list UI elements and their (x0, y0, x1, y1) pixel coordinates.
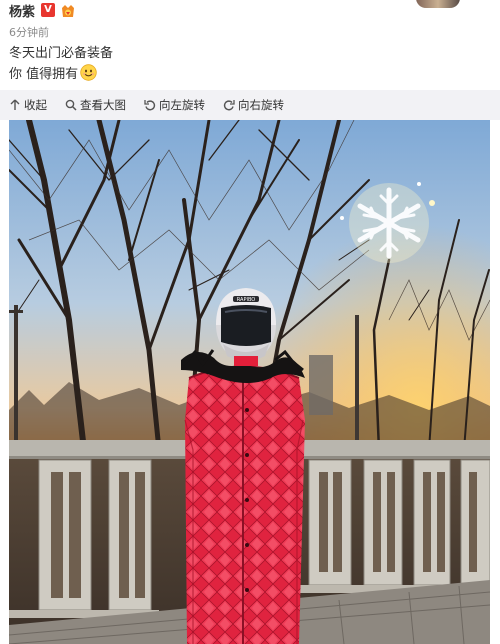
rotate-left-icon (144, 100, 156, 111)
commenter-avatar-strip[interactable] (416, 0, 460, 8)
weibo-post: 杨紫 V 6分钟前 冬天出门必备装备 你 值得拥有 收起 查看大图 向左旋转 向… (0, 0, 500, 644)
post-time[interactable]: 6分钟前 (9, 24, 49, 40)
image-toolbar: 收起 查看大图 向左旋转 向右旋转 (0, 90, 500, 120)
medal-icon[interactable] (60, 3, 76, 17)
post-text-line-1: 冬天出门必备装备 (9, 46, 114, 61)
rotate-left-button[interactable]: 向左旋转 (144, 97, 205, 113)
helmet-brand-text: RAPIBO (237, 297, 256, 303)
collapse-label: 收起 (24, 98, 47, 112)
post-text-line-2: 你 值得拥有 (9, 64, 113, 85)
rotate-right-icon (223, 100, 235, 111)
collapse-button[interactable]: 收起 (9, 97, 47, 113)
username[interactable]: 杨紫 (9, 1, 35, 20)
rotate-right-button[interactable]: 向右旋转 (223, 97, 284, 113)
collapse-icon (10, 99, 20, 110)
view-large-button[interactable]: 查看大图 (65, 97, 126, 113)
rotate-right-label: 向右旋转 (238, 98, 284, 112)
view-large-label: 查看大图 (80, 98, 126, 112)
smile-emoji-icon (80, 64, 97, 81)
rotate-left-label: 向左旋转 (159, 98, 205, 112)
search-icon (65, 99, 77, 111)
post-text: 冬天出门必备装备 你 值得拥有 (9, 43, 113, 85)
post-text-line-2-text: 你 值得拥有 (9, 67, 79, 82)
verified-v-icon[interactable]: V (41, 3, 56, 17)
post-photo[interactable]: RAPIBO (9, 120, 490, 644)
post-header: 杨紫 V (9, 0, 76, 20)
